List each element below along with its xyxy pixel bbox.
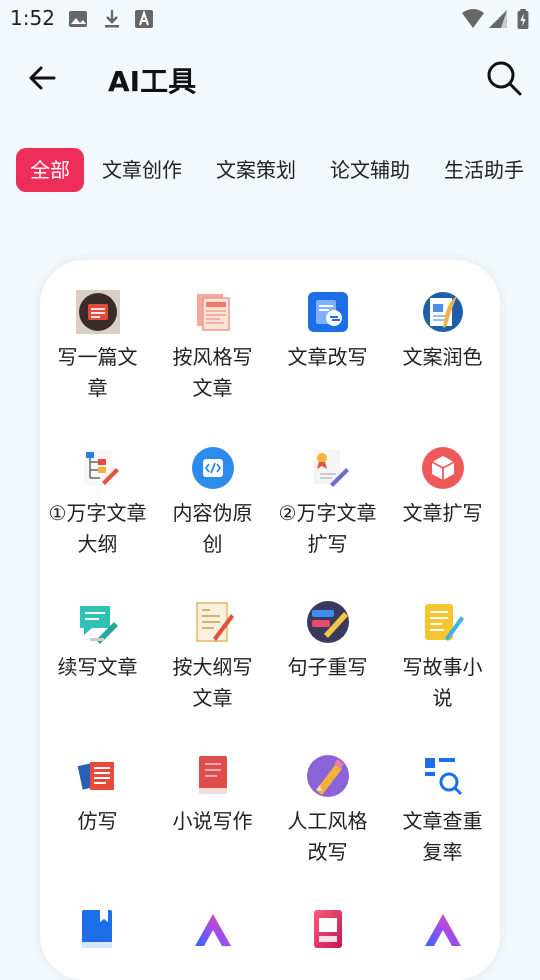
news-stack-icon [196, 294, 230, 331]
tool-item[interactable]: 句子重写 [270, 600, 385, 683]
tab-life-assistant[interactable]: 生活助手 [444, 148, 524, 192]
tool-item[interactable]: ②万字文章扩写 [270, 446, 385, 560]
tab-thesis-assist[interactable]: 论文辅助 [330, 148, 410, 192]
tool-item[interactable]: 内容伪原创 [155, 446, 270, 560]
dark-doc-icon [75, 290, 120, 334]
tab-article-writing[interactable]: 文章创作 [102, 148, 182, 192]
ppt-file-icon [313, 910, 342, 948]
tool-item[interactable] [40, 908, 155, 960]
tab-all[interactable]: 全部 [16, 148, 84, 192]
doc-quill-icon [422, 292, 463, 332]
tool-item[interactable]: 仿写 [40, 754, 155, 837]
tool-item[interactable]: 写一篇文章 [40, 290, 155, 404]
yellow-notes-pen-icon [424, 604, 464, 641]
back-arrow-icon[interactable] [24, 60, 60, 96]
red-box-icon [421, 447, 464, 489]
tool-item[interactable]: 文案润色 [385, 290, 500, 373]
code-circle-icon [191, 447, 234, 489]
status-bar: 1:52 [0, 0, 540, 36]
tool-item[interactable]: ①万字文章大纲 [40, 446, 155, 560]
certificate-pen-icon [313, 450, 349, 487]
red-book-icon [198, 756, 227, 794]
doc-search-icon [424, 758, 462, 796]
blue-book-icon [81, 910, 112, 948]
tool-item[interactable]: 文章查重复率 [385, 754, 500, 868]
category-tabs: 全部 文章创作 文案策划 论文辅助 生活助手 [0, 148, 540, 196]
status-time: 1:52 [10, 6, 55, 30]
tool-item[interactable] [385, 908, 500, 960]
sentence-pencil-icon [306, 601, 349, 643]
tool-item[interactable] [155, 908, 270, 960]
gradient-a-logo-icon [194, 914, 231, 946]
tool-item[interactable]: 文章扩写 [385, 446, 500, 529]
search-icon[interactable] [484, 58, 524, 98]
tool-item[interactable]: 按风格写文章 [155, 290, 270, 404]
tool-item[interactable]: 按大纲写文章 [155, 600, 270, 714]
tool-item[interactable] [270, 908, 385, 960]
top-app-bar: AI工具 [0, 44, 540, 114]
tab-copywriting[interactable]: 文案策划 [216, 148, 296, 192]
tool-item[interactable]: 写故事小说 [385, 600, 500, 714]
paper-pencil-icon [195, 602, 234, 642]
blue-refresh-doc-icon [307, 292, 348, 332]
notebook-stack-icon [77, 762, 114, 790]
gradient-a-logo-icon [424, 914, 461, 946]
signal-icon [489, 10, 507, 28]
wifi-icon [462, 9, 484, 28]
tool-item[interactable]: 人工风格改写 [270, 754, 385, 868]
chat-pen-icon [79, 606, 118, 644]
battery-icon [517, 9, 529, 29]
tool-item[interactable]: 文章改写 [270, 290, 385, 373]
tool-item[interactable]: 续写文章 [40, 600, 155, 683]
gallery-notification-icon [69, 11, 87, 27]
outline-tree-icon [83, 450, 119, 486]
tools-card: 写一篇文章 按风格写文章 文章改写 文案润色 ①万字文章大纲 内容伪原创 ②万字… [40, 260, 500, 980]
page-title: AI工具 [108, 65, 197, 98]
app-a-notification-icon [135, 9, 153, 28]
download-notification-icon [105, 10, 119, 28]
purple-pencil-icon [306, 755, 349, 797]
tool-item[interactable]: 小说写作 [155, 754, 270, 837]
